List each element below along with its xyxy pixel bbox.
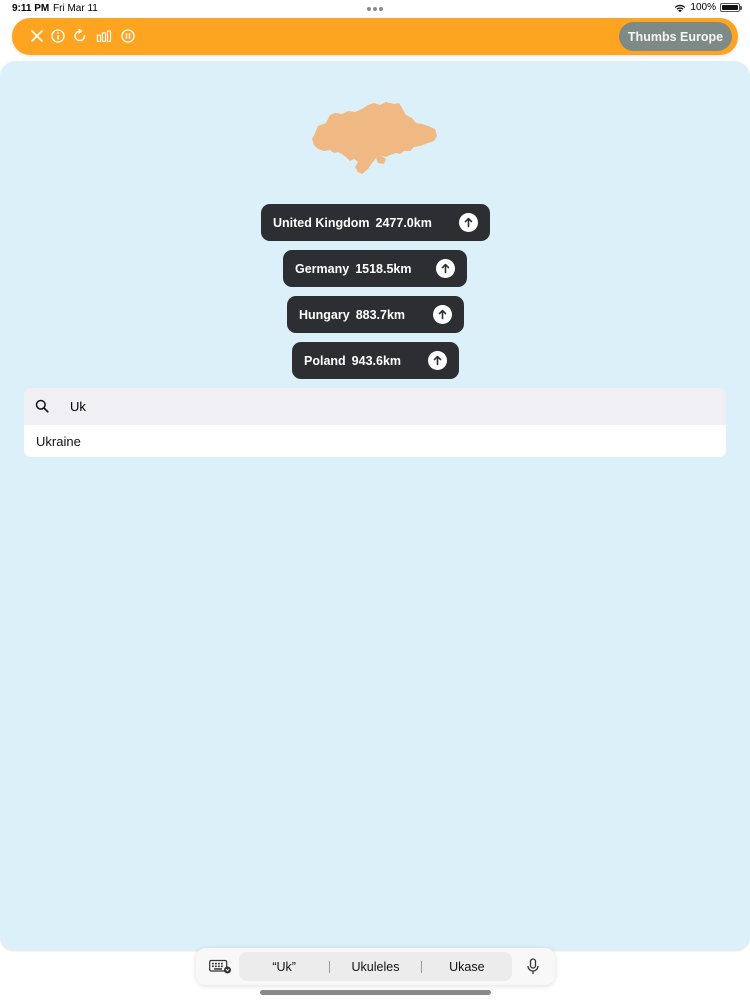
close-icon[interactable] [29,28,45,44]
microphone-icon[interactable] [526,958,540,975]
arrow-up-icon [459,213,478,232]
guess-row: Poland 943.6km [292,342,459,379]
keyboard-suggestion[interactable]: “Uk” [239,960,329,974]
search-input[interactable] [70,396,710,417]
keyboard-suggestion[interactable]: Ukase [422,960,512,974]
arrow-up-icon [436,259,455,278]
suggestion-item[interactable]: Ukraine [24,425,726,457]
status-time: 9:11 PM [12,3,50,14]
arrow-up-icon [428,351,447,370]
status-date: Fri Mar 11 [53,3,98,14]
game-panel: United Kingdom 2477.0km Germany 1518.5km… [0,61,750,950]
arrow-up-icon [433,305,452,324]
guess-country: Poland [304,353,346,368]
pause-icon[interactable] [120,28,136,44]
guess-row: Germany 1518.5km [283,250,467,287]
game-mode-button[interactable]: Thumbs Europe [619,22,732,51]
guess-row: Hungary 883.7km [287,296,464,333]
guess-distance: 1518.5km [355,261,412,276]
search-icon [35,399,49,413]
wifi-icon [675,4,686,12]
guess-country: Germany [295,261,350,276]
battery-percent: 100% [690,2,716,13]
keyboard-shortcut-bar: “Uk” Ukuleles Ukase [196,948,555,985]
game-toolbar: Thumbs Europe [12,18,738,55]
app-screen: 9:11 PM Fri Mar 11 100% Thumbs Europe Un… [0,0,750,1000]
country-silhouette-icon [312,102,437,174]
status-bar: 9:11 PM Fri Mar 11 100% [0,0,750,17]
guess-distance: 943.6km [351,353,402,368]
restart-icon[interactable] [72,28,88,44]
multitasking-dots-icon[interactable] [367,7,383,11]
guess-country: Hungary [299,307,350,322]
guess-country: United Kingdom [273,215,370,230]
battery-icon [720,3,742,12]
guess-row: United Kingdom 2477.0km [261,204,490,241]
status-indicators: 100% [674,2,742,13]
home-indicator[interactable] [260,990,491,995]
guess-distance: 883.7km [355,307,406,322]
country-search-box[interactable] [24,388,726,425]
keyboard-suggestion[interactable]: Ukuleles [330,960,420,974]
keyboard-suggestions: “Uk” Ukuleles Ukase [239,952,512,981]
stats-icon[interactable] [95,28,113,44]
guess-distance: 2477.0km [375,215,432,230]
keyboard-icon[interactable] [209,959,231,974]
info-icon[interactable] [50,28,66,44]
